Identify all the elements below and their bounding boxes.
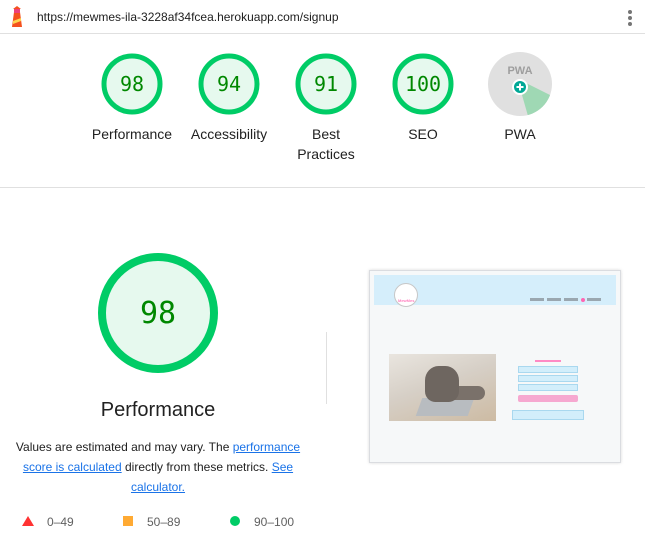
fail-triangle-icon: [22, 516, 34, 526]
gauge-performance[interactable]: 98 Performance: [82, 52, 182, 144]
lighthouse-icon: [12, 6, 22, 27]
gauge-seo[interactable]: 100 SEO: [373, 52, 473, 144]
vertical-divider: [326, 332, 327, 404]
gauge-accessibility[interactable]: 94 Accessibility: [179, 52, 279, 144]
performance-title: Performance: [100, 399, 216, 421]
score-summary: 98 Performance 94 Accessibility 91 Best …: [0, 34, 645, 188]
thumb-field: [518, 366, 578, 373]
thumb-nav: [530, 291, 604, 302]
legend-average: 50–89: [147, 515, 181, 529]
gauge-ring: 91: [295, 53, 357, 115]
thumb-field: [518, 375, 578, 382]
report-topbar: https://mewmes-ila-3228af34fcea.herokuap…: [0, 0, 645, 34]
gauge-label: Accessibility: [190, 126, 268, 142]
thumb-header: MewMes: [374, 275, 616, 307]
pwa-badge-text: PWA: [507, 65, 532, 77]
gauge-score: 100: [405, 72, 441, 96]
gauge-label: SEO: [408, 126, 438, 142]
gauge-ring: 98: [101, 53, 163, 115]
thumb-signup-button: [518, 395, 578, 402]
gauge-ring: 94: [198, 53, 260, 115]
gauge-pwa[interactable]: PWA PWA: [470, 52, 570, 144]
desc-text-2: directly from these metrics.: [121, 460, 272, 474]
gauge-ring: 100: [392, 53, 454, 115]
page-url: https://mewmes-ila-3228af34fcea.herokuap…: [37, 10, 339, 24]
gauge-label: Best Practices: [297, 126, 355, 162]
thumb-cat-photo: [389, 354, 496, 421]
gauge-score: 94: [217, 72, 241, 96]
performance-gauge: 98: [98, 253, 218, 373]
pwa-badge-icon: PWA: [488, 52, 552, 116]
gauge-label: Performance: [91, 126, 173, 142]
thumb-form-title: [535, 360, 561, 362]
legend-fail: 0–49: [47, 515, 74, 529]
gauge-score: 91: [314, 72, 338, 96]
legend-pass: 90–100: [254, 515, 295, 529]
thumb-logo: MewMes: [394, 283, 418, 307]
thumb-login-box: [512, 410, 584, 420]
final-screenshot[interactable]: MewMes: [369, 270, 621, 463]
gauge-best-practices[interactable]: 91 Best Practices: [276, 52, 376, 164]
thumb-logo-text: MewMes: [398, 298, 415, 303]
performance-score: 98: [140, 296, 176, 331]
gauge-score: 98: [120, 72, 144, 96]
kebab-menu-icon[interactable]: [623, 9, 637, 27]
performance-description: Values are estimated and may vary. The p…: [10, 437, 306, 497]
desc-text-1: Values are estimated and may vary. The: [15, 440, 233, 454]
gauge-label: PWA: [504, 126, 536, 142]
thumb-field: [518, 384, 578, 391]
pass-circle-icon: [230, 516, 240, 526]
average-square-icon: [123, 516, 133, 526]
